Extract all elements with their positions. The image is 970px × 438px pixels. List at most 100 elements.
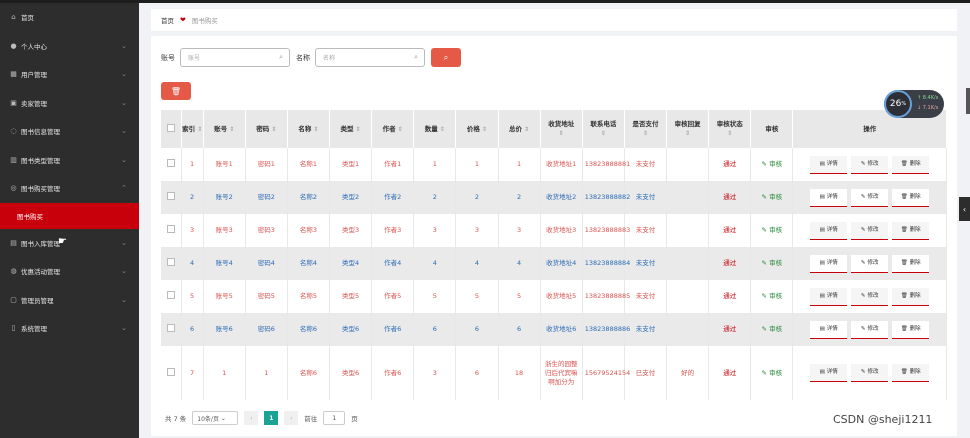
col-header[interactable]: 密码 ⇕ xyxy=(245,110,288,148)
audit-link[interactable]: ✎ 审核 xyxy=(762,292,783,300)
edit-button[interactable]: ✎ 修改 xyxy=(851,364,889,382)
sidebar-item-system[interactable]: ▯ 系统管理 ⌄ xyxy=(0,314,139,343)
cell-paid-text: 未支付 xyxy=(635,292,656,300)
sidebar-item-label: 首页 xyxy=(21,14,34,23)
sidebar-item-book-buy[interactable]: ◎ 图书购买管理 ⌃ xyxy=(0,174,139,203)
audit-icon: ✎ xyxy=(761,259,767,267)
page-number-current[interactable]: 1 xyxy=(264,411,279,425)
row-checkbox[interactable] xyxy=(166,367,175,376)
batch-delete-button[interactable]: 🗑 xyxy=(161,82,191,100)
row-checkbox[interactable] xyxy=(166,324,175,332)
breadcrumb: 首页 ❤ 图书购买 xyxy=(151,9,957,31)
edit-button[interactable]: ✎ 修改 xyxy=(851,254,889,273)
col-header[interactable]: 是否支付 ⇕ xyxy=(624,110,668,148)
detail-button[interactable]: ▤ 详情 xyxy=(810,254,848,273)
audit-link[interactable]: ✎ 审核 xyxy=(762,160,783,168)
col-header[interactable]: 审核回复 ⇕ xyxy=(666,110,710,148)
edit-button[interactable]: ✎ 修改 xyxy=(851,320,889,339)
delete-button[interactable]: 🗑 删除 xyxy=(892,221,930,240)
prev-page-button[interactable]: ‹ xyxy=(244,411,259,425)
chevron-down-icon: ⌄ xyxy=(121,267,127,276)
edit-button[interactable]: ✎ 修改 xyxy=(851,221,889,240)
row-checkbox[interactable] xyxy=(166,258,175,266)
cell-name: 名称6 xyxy=(287,346,331,400)
col-header[interactable]: 数量 ⇕ xyxy=(413,110,457,148)
audit-link[interactable]: ✎ 审核 xyxy=(762,259,783,267)
account-input[interactable]: 账号 ⌕ xyxy=(180,48,290,67)
row-checkbox[interactable] xyxy=(166,159,175,167)
col-header[interactable]: 名称 ⇕ xyxy=(287,110,331,148)
row-checkbox[interactable] xyxy=(166,291,175,299)
sidebar-item-home[interactable]: ⌂ 首页 xyxy=(0,3,139,32)
audit-link[interactable]: ✎ 审核 xyxy=(762,325,783,333)
detail-button[interactable]: ▤ 详情 xyxy=(810,188,848,207)
cell-name-text: 名称5 xyxy=(299,292,317,300)
detail-button[interactable]: ▤ 详情 xyxy=(810,221,848,240)
audit-link[interactable]: ✎ 审核 xyxy=(762,193,783,201)
col-header[interactable]: 审核状态 ⇕ xyxy=(708,110,752,148)
sidebar-item-book-info[interactable]: ◌ 图书信息管理 ⌄ xyxy=(0,117,139,146)
cell-audit: ✎ 审核 xyxy=(750,346,794,400)
sidebar-item-admin[interactable]: ▢ 管理员管理 ⌄ xyxy=(0,286,139,315)
sidebar-item-promo[interactable]: ◍ 优惠活动管理 ⌄ xyxy=(0,257,139,286)
collapse-tab[interactable]: ‹ xyxy=(959,197,970,221)
sidebar-item-seller[interactable]: ▣ 卖家管理 ⌄ xyxy=(0,89,139,118)
delete-button[interactable]: 🗑 删除 xyxy=(892,320,930,339)
cell-total-text: 6 xyxy=(516,325,522,333)
cell-address-text: 收货地址1 xyxy=(546,160,577,168)
sidebar-item-user[interactable]: ● 个人中心 ⌄ xyxy=(0,32,139,61)
edit-icon: ✎ xyxy=(860,259,866,266)
audit-link[interactable]: ✎ 审核 xyxy=(762,369,783,377)
audit-link-label: 审核 xyxy=(769,193,783,201)
sidebar-item-users[interactable]: ▦ 用户管理 ⌄ xyxy=(0,60,139,89)
sidebar-item-book-stock[interactable]: ▤ 图书入库管理 ⌄ xyxy=(0,229,139,258)
trash-icon: 🗑 xyxy=(900,160,908,167)
edit-button[interactable]: ✎ 修改 xyxy=(851,188,889,207)
edit-button[interactable]: ✎ 修改 xyxy=(851,287,889,306)
detail-button[interactable]: ▤ 详情 xyxy=(810,287,848,306)
edit-icon: ✎ xyxy=(860,226,866,233)
page-size-select[interactable]: 10条/页 ⌄ xyxy=(192,411,239,425)
sidebar-subitem-book-purchase[interactable]: 图书购买 xyxy=(0,202,139,229)
row-checkbox[interactable] xyxy=(166,192,175,200)
cell-author: 作者6 xyxy=(371,313,415,346)
cell-paid-text: 未支付 xyxy=(635,259,656,267)
detail-button[interactable]: ▤ 详情 xyxy=(810,155,848,174)
col-header[interactable]: 索引 ⇕ xyxy=(181,110,204,148)
network-widget: 26% ↑ 8.4K/s ↓ 7.1K/s xyxy=(884,90,944,118)
cell-phone: 13823888882 xyxy=(582,181,630,214)
col-header[interactable]: 类型 ⇕ xyxy=(329,110,373,148)
name-input[interactable]: 名称 ⌕ xyxy=(315,48,425,67)
row-checkbox[interactable] xyxy=(166,225,175,233)
breadcrumb-home[interactable]: 首页 xyxy=(161,15,174,25)
home-icon: ⌂ xyxy=(11,13,16,22)
cell-total-text: 2 xyxy=(516,193,522,201)
search-button[interactable]: ⌕ xyxy=(431,48,461,67)
sidebar-item-book-type[interactable]: ▥ 图书类型管理 ⌄ xyxy=(0,146,139,175)
col-header[interactable]: 账号 ⇕ xyxy=(203,110,246,148)
col-header-label: 是否支付 xyxy=(632,120,659,128)
delete-button[interactable]: 🗑 删除 xyxy=(892,254,930,273)
sidebar-item-label: 图书购买管理 xyxy=(21,185,60,194)
col-header[interactable]: 总价 ⇕ xyxy=(498,110,541,148)
col-header[interactable]: 联系电话 ⇕ xyxy=(582,110,625,148)
cell-idx: 7 xyxy=(181,346,204,400)
cell-password: 密码5 xyxy=(245,280,288,313)
delete-button[interactable]: 🗑 删除 xyxy=(892,364,930,382)
select-all-checkbox[interactable] xyxy=(166,123,175,132)
detail-button[interactable]: ▤ 详情 xyxy=(810,364,848,382)
cell-account-text: 账号6 xyxy=(215,325,233,333)
col-header[interactable]: 价格 ⇕ xyxy=(455,110,499,148)
cell-total: 5 xyxy=(498,280,541,313)
detail-button[interactable]: ▤ 详情 xyxy=(810,320,848,339)
audit-link[interactable]: ✎ 审核 xyxy=(762,226,783,234)
delete-button[interactable]: 🗑 删除 xyxy=(892,287,930,306)
next-page-button[interactable]: › xyxy=(284,411,299,425)
delete-button[interactable]: 🗑 删除 xyxy=(892,155,930,174)
col-header[interactable]: 作者 ⇕ xyxy=(371,110,415,148)
delete-button[interactable]: 🗑 删除 xyxy=(892,188,930,207)
col-header-label: 数量 xyxy=(424,124,438,133)
col-header[interactable]: 收货地址 ⇕ xyxy=(540,110,583,148)
edit-button[interactable]: ✎ 修改 xyxy=(851,155,889,174)
goto-page-input[interactable]: 1 xyxy=(323,411,346,425)
